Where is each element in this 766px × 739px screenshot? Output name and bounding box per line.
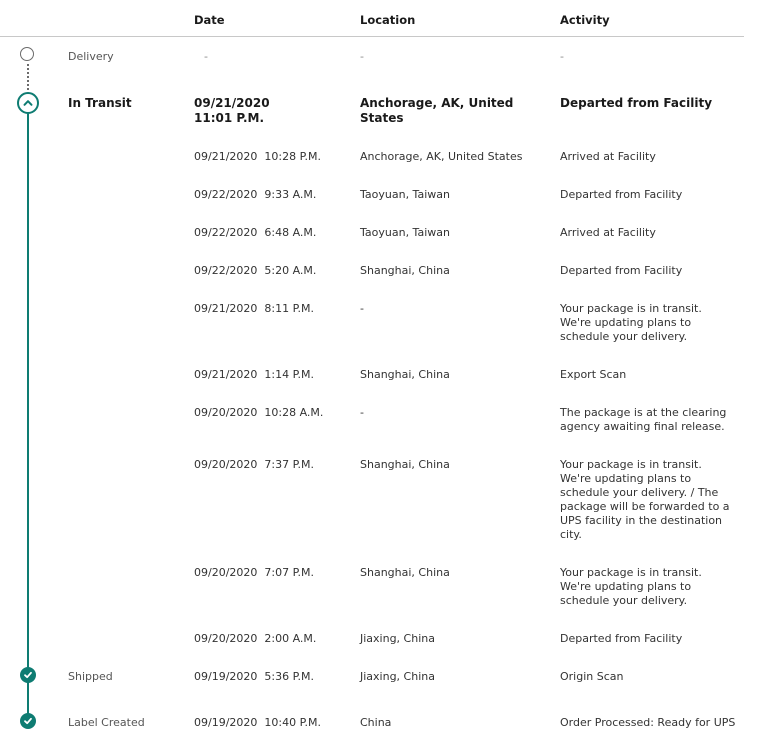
event-location: Jiaxing, China [360, 632, 435, 645]
in-transit-date: 09/21/2020 11:01 P.M. [194, 96, 270, 125]
shipped-location: Jiaxing, China [360, 670, 435, 683]
label-created-activity: Order Processed: Ready for UPS [560, 716, 736, 729]
event-location: Shanghai, China [360, 566, 450, 579]
delivery-date: - [204, 50, 208, 63]
shipped-activity: Origin Scan [560, 670, 624, 683]
delivery-activity: - [560, 50, 564, 63]
location-column-header: Location [360, 13, 416, 27]
timeline-line [27, 113, 29, 720]
delivery-status: Delivery [68, 50, 114, 63]
tracking-history: Date Location Activity Delivery - - - In… [0, 0, 766, 739]
event-date: 09/20/2020 7:37 P.M. [194, 458, 314, 471]
event-location: Taoyuan, Taiwan [360, 188, 450, 201]
event-date: 09/20/2020 7:07 P.M. [194, 566, 314, 579]
event-activity: Departed from Facility [560, 264, 683, 277]
activity-column-header: Activity [560, 13, 610, 27]
event-location: Shanghai, China [360, 458, 450, 471]
event-activity: The package is at the clearing agency aw… [560, 406, 727, 433]
header-divider [0, 36, 744, 37]
event-location: Shanghai, China [360, 264, 450, 277]
collapse-toggle-button[interactable] [17, 92, 39, 114]
shipped-check-icon [20, 667, 36, 683]
in-transit-location: Anchorage, AK, United States [360, 96, 514, 125]
label-created-check-icon [20, 713, 36, 729]
chevron-up-icon [23, 100, 33, 106]
event-activity: Your package is in transit. We're updati… [560, 458, 730, 541]
event-location: Anchorage, AK, United States [360, 150, 523, 163]
event-activity: Arrived at Facility [560, 150, 656, 163]
label-created-location: China [360, 716, 392, 729]
event-date: 09/21/2020 1:14 P.M. [194, 368, 314, 381]
empty-circle-icon [20, 47, 34, 61]
date-column-header: Date [194, 13, 225, 27]
event-location: - [360, 406, 364, 419]
event-location: Shanghai, China [360, 368, 450, 381]
in-transit-activity: Departed from Facility [560, 96, 713, 110]
event-date: 09/20/2020 2:00 A.M. [194, 632, 317, 645]
pending-connector [27, 64, 29, 90]
event-activity: Arrived at Facility [560, 226, 656, 239]
event-location: Taoyuan, Taiwan [360, 226, 450, 239]
event-location: - [360, 302, 364, 315]
event-date: 09/22/2020 6:48 A.M. [194, 226, 317, 239]
label-created-date: 09/19/2020 10:40 P.M. [194, 716, 321, 729]
event-date: 09/22/2020 9:33 A.M. [194, 188, 317, 201]
event-date: 09/21/2020 10:28 P.M. [194, 150, 321, 163]
delivery-location: - [360, 50, 364, 63]
event-activity: Departed from Facility [560, 188, 683, 201]
shipped-status: Shipped [68, 670, 113, 683]
event-date: 09/22/2020 5:20 A.M. [194, 264, 317, 277]
in-transit-status: In Transit [68, 96, 132, 110]
event-activity: Your package is in transit. We're updati… [560, 566, 702, 607]
event-date: 09/21/2020 8:11 P.M. [194, 302, 314, 315]
event-date: 09/20/2020 10:28 A.M. [194, 406, 324, 419]
event-activity: Your package is in transit. We're updati… [560, 302, 702, 343]
check-icon [24, 671, 32, 679]
label-created-status: Label Created [68, 716, 145, 729]
event-activity: Export Scan [560, 368, 627, 381]
check-icon [24, 717, 32, 725]
shipped-date: 09/19/2020 5:36 P.M. [194, 670, 314, 683]
event-activity: Departed from Facility [560, 632, 683, 645]
